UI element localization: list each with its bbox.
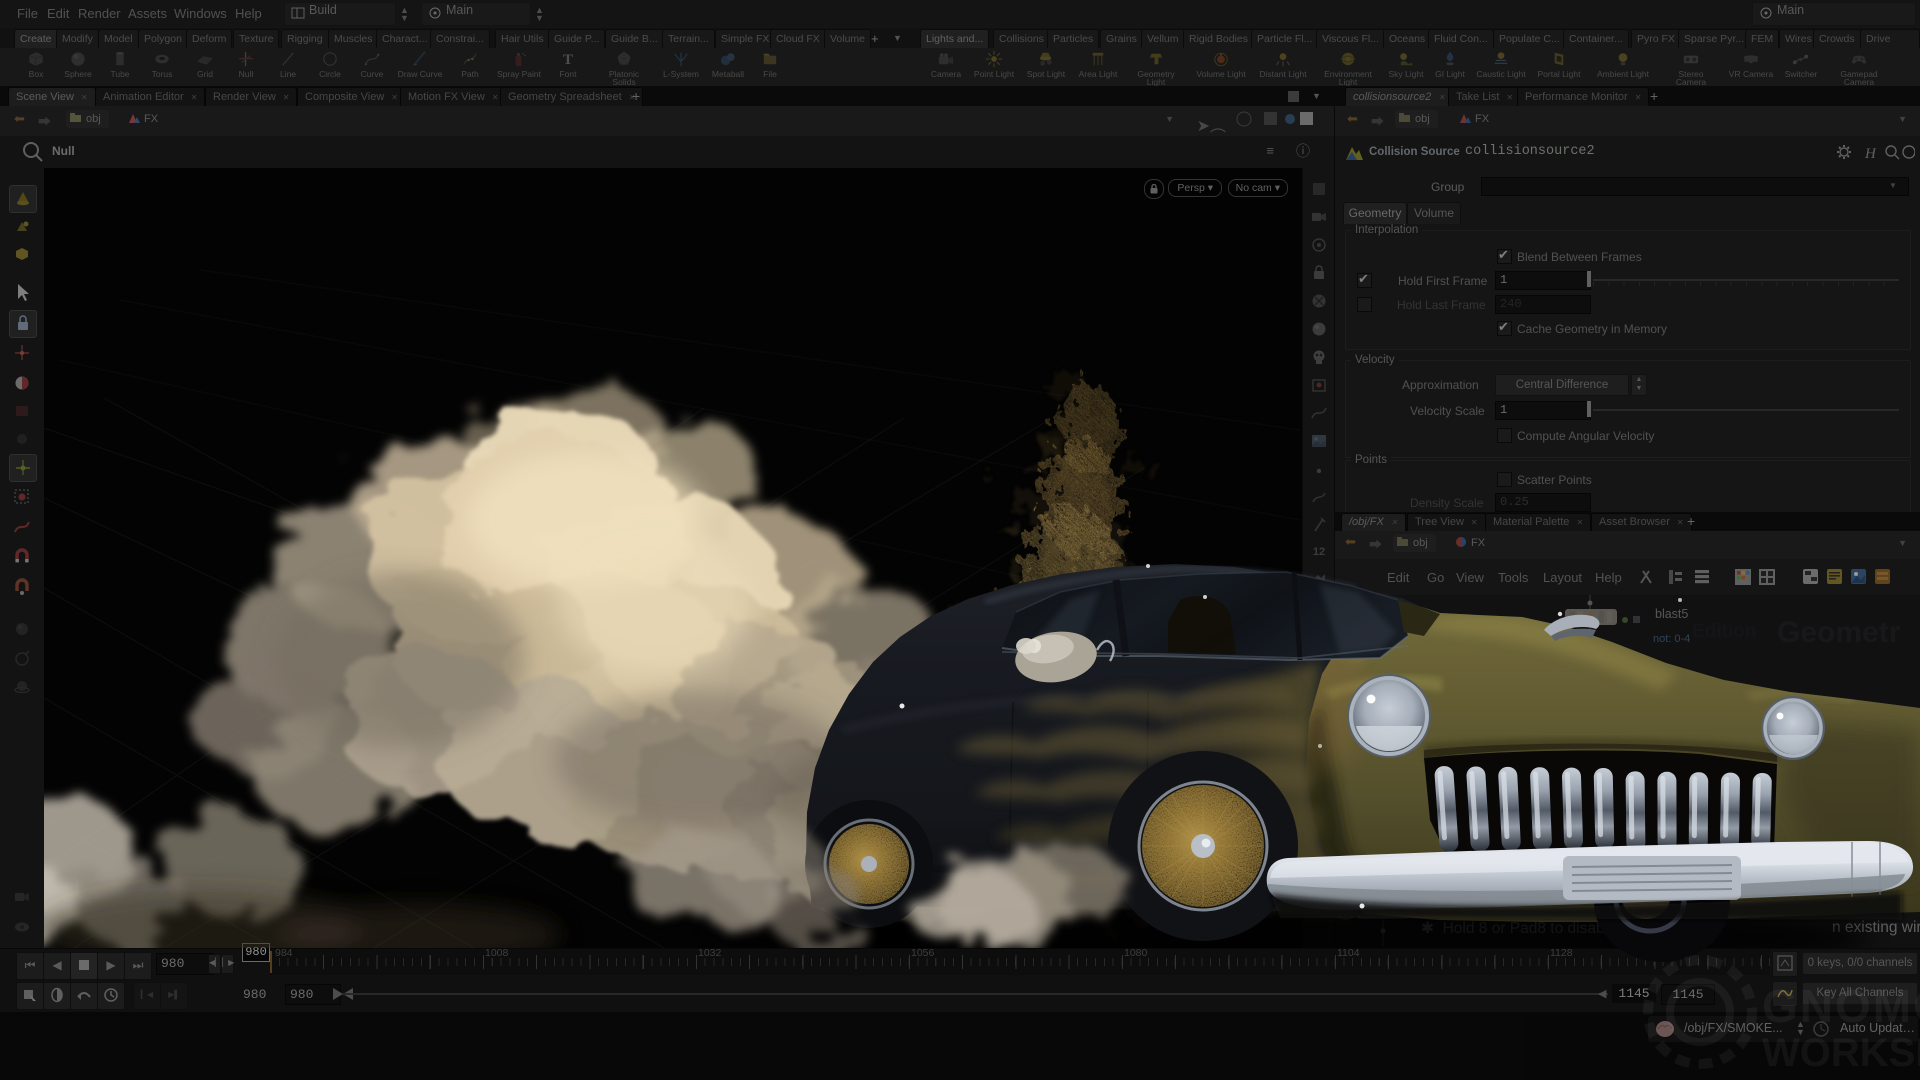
svg-text:12: 12 <box>1313 546 1325 558</box>
svg-text:y: y <box>73 874 77 881</box>
svg-text:T: T <box>563 51 573 68</box>
svg-text:H: H <box>1864 146 1877 162</box>
svg-text:12: 12 <box>1313 598 1325 610</box>
